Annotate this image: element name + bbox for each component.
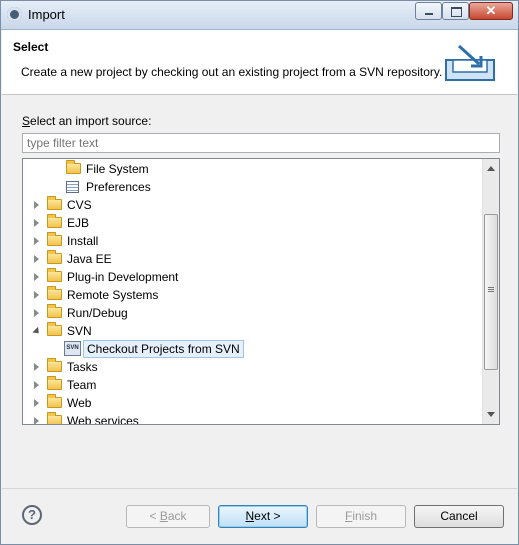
finish-button[interactable]: Finish: [316, 505, 406, 528]
maximize-button[interactable]: [442, 2, 469, 20]
folder-icon: [47, 394, 62, 408]
close-icon: ✕: [485, 3, 497, 18]
tree-item-svn[interactable]: SVN: [23, 322, 482, 340]
folder-icon: [47, 196, 62, 210]
scrollbar-thumb[interactable]: [484, 214, 498, 370]
tree-item-file-system[interactable]: File System: [23, 160, 482, 178]
tree-item-label: Web services: [67, 414, 139, 424]
expand-arrow-icon[interactable]: [34, 201, 39, 209]
tree-item-label: Install: [67, 234, 99, 248]
expand-arrow-icon[interactable]: [34, 309, 39, 317]
scroll-down-icon[interactable]: [487, 412, 495, 417]
tree-item-plug-in-development[interactable]: Plug-in Development: [23, 268, 482, 286]
scroll-up-icon[interactable]: [487, 166, 495, 171]
mnemonic-n: N: [245, 509, 255, 523]
folder-icon: [47, 214, 62, 228]
tree-item-label: Plug-in Development: [67, 270, 179, 284]
folder-icon: [47, 358, 62, 372]
tree-item-ejb[interactable]: EJB: [23, 214, 482, 232]
expand-arrow-icon[interactable]: [34, 219, 39, 227]
folder-icon: [47, 304, 62, 318]
title-bar[interactable]: Import ✕: [1, 1, 518, 30]
expand-arrow-icon[interactable]: [34, 363, 39, 371]
import-source-label: Select an import source:: [22, 114, 151, 128]
minimize-icon: [425, 13, 433, 15]
tree-item-label: Java EE: [67, 252, 112, 266]
import-banner-icon: [445, 44, 495, 81]
folder-icon: [47, 250, 62, 264]
mnemonic-s: S: [22, 114, 31, 128]
collapse-arrow-icon[interactable]: [32, 326, 42, 337]
import-source-tree[interactable]: File System Preferences CVS EJB Install: [22, 158, 500, 425]
tree-item-checkout-projects-from-svn[interactable]: SVN Checkout Projects from SVN: [23, 340, 482, 358]
next-button[interactable]: Next >: [218, 505, 308, 528]
tree-item-label: Run/Debug: [67, 306, 128, 320]
page-title: Select: [13, 40, 49, 54]
filter-input[interactable]: [23, 134, 499, 152]
label-text: elect an import source:: [30, 114, 152, 128]
expand-arrow-icon[interactable]: [34, 381, 39, 389]
folder-icon: [47, 268, 62, 282]
back-prefix: <: [149, 509, 160, 523]
grip-icon: [488, 287, 494, 293]
tree-item-team[interactable]: Team: [23, 376, 482, 394]
tree-item-label: CVS: [67, 198, 92, 212]
filter-field[interactable]: [22, 133, 500, 153]
preferences-icon: [66, 181, 79, 193]
tree-item-label: EJB: [67, 216, 90, 230]
footer-separator: [2, 488, 517, 489]
tree-item-cvs[interactable]: CVS: [23, 196, 482, 214]
tree-vertical-scrollbar[interactable]: [482, 159, 499, 424]
maximize-icon: [451, 7, 462, 17]
finish-label: inish: [352, 509, 378, 523]
minimize-button[interactable]: [415, 2, 442, 20]
folder-icon: [47, 286, 62, 300]
tree-item-label: Checkout Projects from SVN: [83, 340, 244, 358]
svn-checkout-icon: SVN: [64, 341, 81, 356]
cancel-button[interactable]: Cancel: [414, 505, 504, 528]
tree-item-label: Remote Systems: [67, 288, 159, 302]
back-button[interactable]: < Back: [126, 505, 210, 528]
tree-item-label: Preferences: [86, 180, 151, 194]
folder-icon: [47, 232, 62, 246]
tree-item-label: Web: [67, 396, 92, 410]
expand-arrow-icon[interactable]: [34, 291, 39, 299]
tree-item-run-debug[interactable]: Run/Debug: [23, 304, 482, 322]
expand-arrow-icon[interactable]: [34, 255, 39, 263]
tree-item-java-ee[interactable]: Java EE: [23, 250, 482, 268]
close-button[interactable]: ✕: [469, 2, 513, 20]
folder-icon: [47, 412, 62, 424]
window-title: Import: [28, 7, 65, 22]
tree-item-web-services[interactable]: Web services: [23, 412, 482, 424]
eclipse-app-icon: [7, 7, 22, 22]
expand-arrow-icon[interactable]: [34, 399, 39, 407]
folder-open-icon: [47, 322, 62, 336]
tree-item-label: SVN: [67, 324, 92, 338]
wizard-header: Select Create a new project by checking …: [2, 30, 517, 95]
folder-icon: [66, 160, 81, 174]
expand-arrow-icon[interactable]: [34, 273, 39, 281]
tree-item-web[interactable]: Web: [23, 394, 482, 412]
mnemonic-b: B: [159, 509, 168, 523]
page-description: Create a new project by checking out an …: [21, 65, 443, 79]
tree-item-label: Team: [67, 378, 97, 392]
tree-item-label: File System: [86, 162, 149, 176]
next-label: ext >: [254, 509, 281, 523]
folder-icon: [47, 376, 62, 390]
tree-item-tasks[interactable]: Tasks: [23, 358, 482, 376]
tree-item-preferences[interactable]: Preferences: [23, 178, 482, 196]
tree-item-install[interactable]: Install: [23, 232, 482, 250]
expand-arrow-icon[interactable]: [34, 237, 39, 245]
import-dialog: Import ✕ Select Create a new project by …: [0, 0, 519, 545]
tree-item-label: Tasks: [67, 360, 98, 374]
expand-arrow-icon[interactable]: [34, 417, 39, 424]
tree-item-remote-systems[interactable]: Remote Systems: [23, 286, 482, 304]
help-icon[interactable]: ?: [22, 505, 42, 525]
tree-content: File System Preferences CVS EJB Install: [23, 159, 482, 424]
back-label: ack: [167, 509, 187, 523]
